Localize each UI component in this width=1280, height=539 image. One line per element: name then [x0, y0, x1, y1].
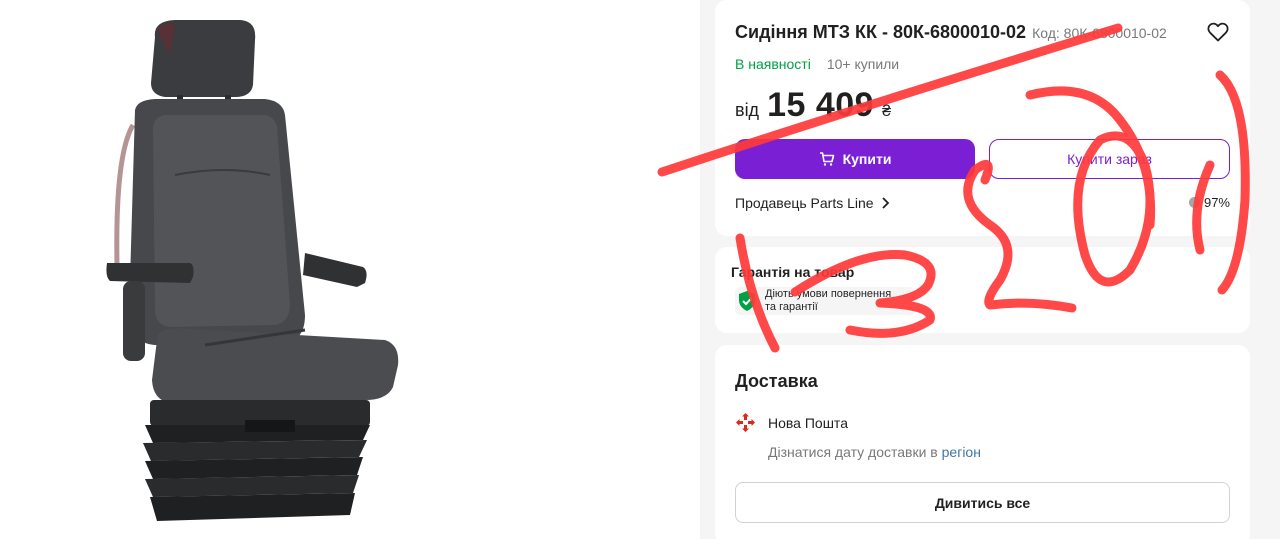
price-row: від 15 409 ₴ — [735, 86, 891, 125]
stock-row: В наявності 10+ купили — [735, 56, 899, 72]
product-title: Сидіння МТЗ КК - 80К-6800010-02 — [735, 22, 1027, 42]
region-link[interactable]: регіон — [942, 444, 981, 460]
warranty-line-1: Діють умови повернення — [765, 288, 892, 300]
cart-icon — [819, 152, 834, 166]
view-all-label: Дивитись все — [934, 494, 1031, 511]
bought-count: 10+ купили — [826, 56, 900, 72]
quick-buy-button[interactable]: Купити зараз — [989, 139, 1230, 179]
carrier-name: Нова Пошта — [768, 414, 848, 431]
heart-icon[interactable] — [1206, 20, 1230, 44]
carrier-row: Нова Пошта — [735, 412, 848, 433]
price-value: 15 409 — [767, 86, 875, 124]
seller-link[interactable]: Продавець Parts Line — [735, 195, 892, 211]
seller-label: Продавець Parts Line — [735, 195, 874, 211]
title-row: Сидіння МТЗ КК - 80К-6800010-02 Код: 80К… — [735, 22, 1235, 43]
chevron-right-icon — [881, 197, 889, 209]
rating-icon — [1188, 197, 1200, 208]
delivery-hint-text: Дізнатися дату доставки в — [768, 444, 938, 460]
buy-button-label: Купити — [842, 151, 892, 167]
price-prefix: від — [735, 100, 760, 120]
delivery-title: Доставка — [735, 371, 818, 391]
product-code: Код: 80К-6800010-02 — [1032, 25, 1167, 41]
product-gallery — [0, 0, 700, 539]
warranty-line-2: та гарантії — [765, 301, 818, 313]
product-summary-card: Сидіння МТЗ КК - 80К-6800010-02 Код: 80К… — [715, 0, 1250, 236]
delivery-hint: Дізнатися дату доставки в регіон — [768, 444, 981, 460]
seller-rating: 97% — [1188, 195, 1230, 210]
nova-poshta-icon — [736, 413, 755, 432]
delivery-card: Доставка Нова Пошта Дізнатися дату доста… — [715, 345, 1250, 539]
product-photo[interactable] — [95, 15, 415, 530]
warranty-info[interactable]: Діють умови повернення та гарантії — [735, 287, 915, 315]
stock-status: В наявності — [735, 56, 811, 72]
quick-buy-label: Купити зараз — [1067, 151, 1152, 167]
shield-check-icon — [739, 291, 755, 311]
warranty-card: Гарантія на товар Діють умови повернення… — [715, 247, 1250, 333]
price-currency: ₴ — [882, 103, 891, 120]
warranty-title: Гарантія на товар — [731, 264, 855, 280]
seller-rating-value: 97% — [1203, 195, 1230, 210]
buy-button[interactable]: Купити — [735, 139, 975, 179]
view-all-delivery-button[interactable]: Дивитись все — [735, 482, 1230, 523]
